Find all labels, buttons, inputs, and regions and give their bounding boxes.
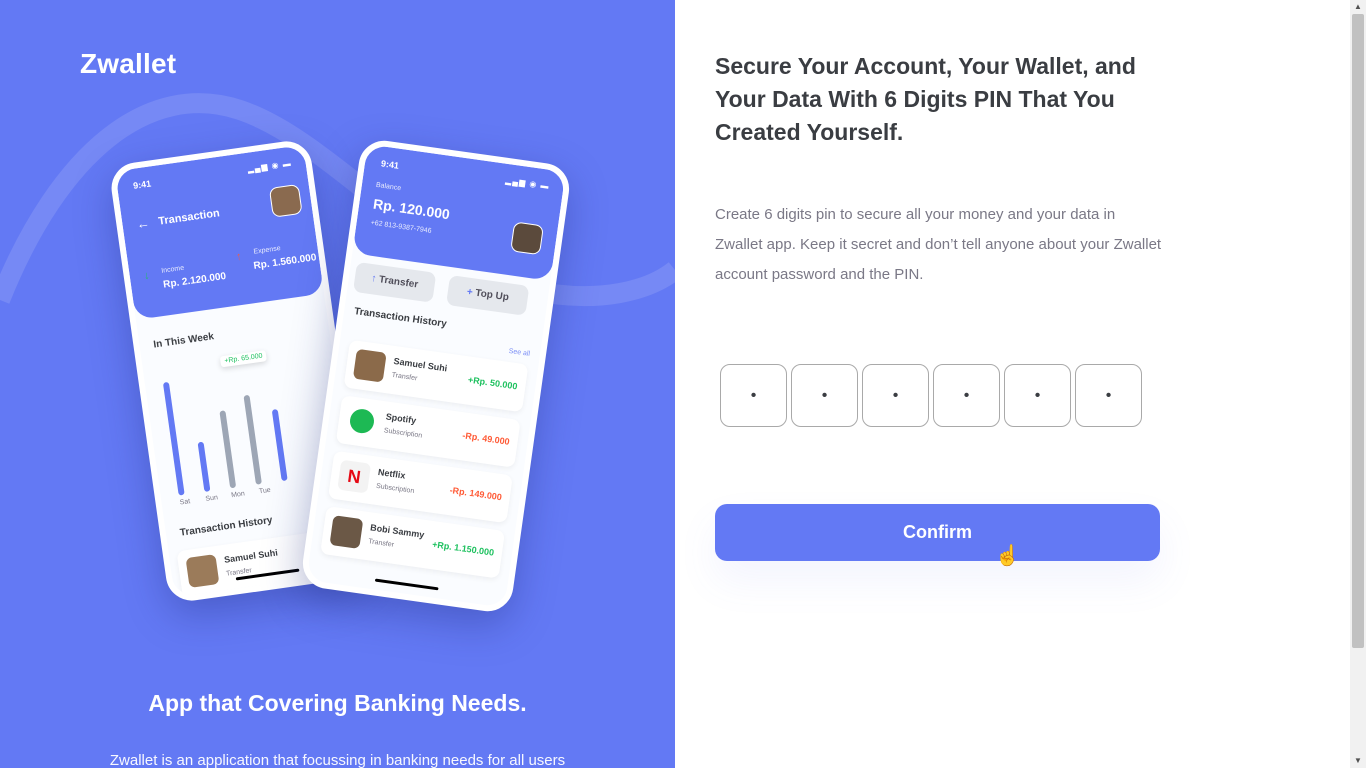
transfer-button: ↑ Transfer [352, 261, 437, 303]
pin-input-group: • • • • • • [720, 364, 1142, 427]
pin-digit-2[interactable]: • [791, 364, 858, 427]
phone-number: +62 813-9387-7946 [370, 219, 432, 235]
tx-name: Samuel Suhi [223, 547, 279, 565]
avatar [329, 515, 364, 549]
week-bar [271, 408, 288, 482]
week-bar [243, 394, 262, 485]
avatar [268, 183, 303, 218]
tx-name: Samuel Suhi [392, 356, 448, 374]
topup-label: Top Up [474, 287, 510, 304]
vertical-scrollbar[interactable]: ▲ ▼ [1350, 0, 1366, 768]
netflix-icon: N [337, 459, 372, 494]
promo-description: Zwallet is an application that focussing… [109, 752, 566, 768]
home-indicator [374, 578, 439, 591]
day-label: Mon [230, 490, 246, 500]
promo-tagline: App that Covering Banking Needs. [148, 690, 527, 716]
scroll-thumb[interactable] [1352, 14, 1364, 648]
status-icons: ▂▄▆ ◉ ▬ [246, 158, 293, 174]
pin-digit-1[interactable]: • [720, 364, 787, 427]
see-all-link: See all [508, 347, 531, 358]
expense-arrow-icon: ↑ [235, 250, 243, 264]
tx-type: Subscription [375, 482, 415, 496]
confirm-button[interactable]: Confirm [715, 504, 1160, 561]
hand-cursor-icon: ☝ [995, 545, 1020, 567]
scroll-down-icon[interactable]: ▼ [1350, 754, 1366, 768]
pin-digit-3[interactable]: • [862, 364, 929, 427]
back-arrow-icon: ← [135, 215, 151, 232]
tx-type: Transfer [367, 538, 395, 549]
transfer-label: Transfer [378, 274, 419, 291]
tx-name: Bobi Sammy [369, 522, 425, 540]
week-bar [197, 441, 211, 492]
avatar [352, 348, 387, 383]
pin-digit-5[interactable]: • [1004, 364, 1071, 427]
status-icons: ▂▄▆ ◉ ▬ [504, 175, 551, 191]
income-arrow-icon: ↓ [143, 269, 151, 283]
phone2-header: 9:41 ▂▄▆ ◉ ▬ Balance Rp. 120.000 +62 813… [352, 144, 566, 281]
brand-logo: Zwallet [80, 48, 177, 79]
phone1-history-title: Transaction History [179, 514, 274, 539]
tx-amount: -Rp. 49.000 [461, 430, 511, 447]
tx-type: Transfer [391, 371, 418, 383]
expense-value: Rp. 1.560.000 [252, 252, 318, 272]
balance-label: Balance [375, 181, 402, 193]
pin-digit-4[interactable]: • [933, 364, 1000, 427]
day-label: Sun [205, 494, 219, 503]
tx-type: Subscription [383, 427, 423, 440]
income-value: Rp. 2.120.000 [162, 270, 227, 291]
pin-form-panel: Secure Your Account, Your Wallet, and Yo… [675, 0, 1350, 768]
tx-name: Spotify [385, 411, 417, 426]
phone1-time: 9:41 [132, 178, 152, 191]
income-label: Income [160, 264, 185, 275]
page-description: Create 6 digits pin to secure all your m… [715, 206, 1162, 283]
pin-page: Zwallet 9:41 ▂▄▆ ◉ ▬ ← Transaction ↓ Inc… [0, 0, 1366, 768]
tx-amount: -Rp. 149.000 [449, 485, 503, 503]
scroll-up-icon[interactable]: ▲ [1350, 0, 1366, 14]
week-chart-title: In This Week [152, 331, 215, 351]
balance-value: Rp. 120.000 [372, 195, 451, 223]
promo-panel: Zwallet 9:41 ▂▄▆ ◉ ▬ ← Transaction ↓ Inc… [0, 0, 675, 768]
pin-digit-6[interactable]: • [1075, 364, 1142, 427]
spotify-icon [348, 407, 376, 435]
phone2-history-title: Transaction History [353, 306, 448, 330]
expense-label: Expense [253, 245, 282, 256]
week-bar [162, 381, 185, 496]
phone1-title: Transaction [157, 207, 221, 228]
tx-amount: +Rp. 50.000 [467, 374, 519, 392]
phone1-header: 9:41 ▂▄▆ ◉ ▬ ← Transaction ↓ Income Rp. … [115, 144, 325, 320]
tx-name: Netflix [377, 466, 407, 481]
page-title: Secure Your Account, Your Wallet, and Yo… [715, 53, 1136, 145]
avatar [185, 554, 220, 588]
week-bar [219, 410, 237, 489]
phone2-time: 9:41 [380, 158, 400, 171]
day-label: Sat [179, 498, 191, 507]
week-bar-chart [162, 357, 317, 496]
topup-button: + Top Up [446, 274, 530, 316]
day-label: Tue [258, 486, 272, 496]
tx-amount: +Rp. 1.150.000 [431, 539, 495, 558]
avatar [510, 221, 544, 256]
